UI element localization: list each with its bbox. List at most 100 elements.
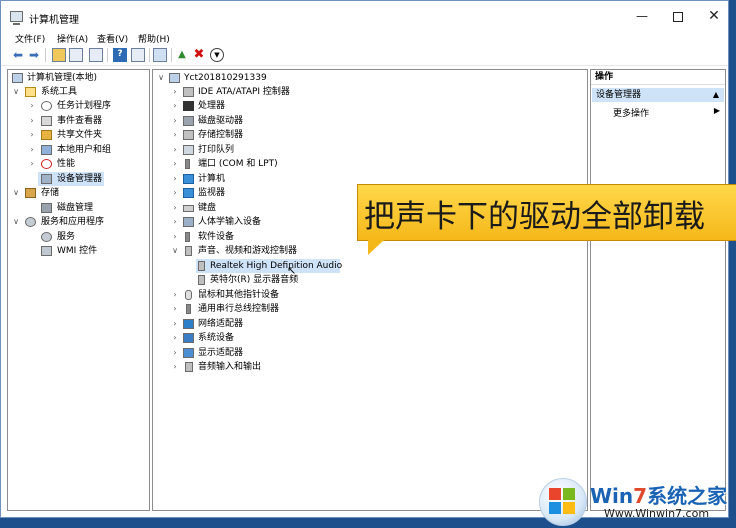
device-category[interactable]: › IDE ATA/ATAPI 控制器: [155, 85, 585, 99]
more-actions-link[interactable]: 更多操作: [613, 106, 649, 119]
disk-icon: [41, 203, 52, 213]
tree-item-disk-management[interactable]: 磁盘管理: [10, 201, 148, 215]
device-category[interactable]: › 通用串行总线控制器: [155, 302, 585, 316]
tree-item-label: WMI 控件: [57, 246, 98, 256]
device-category-label: 端口 (COM 和 LPT): [198, 159, 278, 169]
chevron-right-icon[interactable]: ›: [171, 360, 179, 374]
port-icon: [185, 159, 190, 169]
processor-icon: [183, 101, 194, 111]
device-category[interactable]: › 端口 (COM 和 LPT): [155, 157, 585, 171]
tree-item-label: 服务: [57, 232, 76, 242]
watermark-title-7: 7: [633, 484, 648, 508]
chevron-down-icon[interactable]: ∨: [12, 186, 20, 200]
update-driver-icon[interactable]: ▲: [175, 48, 189, 62]
monitor-icon[interactable]: [153, 48, 167, 62]
tree-item-task-scheduler[interactable]: › 任务计划程序: [10, 99, 148, 113]
tree-item-label: 设备管理器: [57, 174, 103, 184]
collapse-up-icon[interactable]: ▲: [713, 88, 719, 102]
close-button[interactable]: ✕: [697, 1, 731, 31]
chevron-right-icon[interactable]: ›: [171, 288, 179, 302]
device-root[interactable]: ∨ Yct201810291339: [155, 71, 585, 85]
device-category[interactable]: › 打印队列: [155, 143, 585, 157]
chevron-right-icon[interactable]: ›: [28, 99, 36, 113]
device-category[interactable]: › 系统设备: [155, 331, 585, 345]
toolbar-separator: [149, 48, 150, 62]
chevron-right-icon[interactable]: ›: [28, 114, 36, 128]
menu-view[interactable]: 查看(V): [97, 32, 128, 45]
tree-item-wmi[interactable]: WMI 控件: [10, 244, 148, 258]
device-category[interactable]: › 鼠标和其他指针设备: [155, 288, 585, 302]
chevron-down-icon[interactable]: ∨: [171, 244, 179, 258]
chevron-right-icon[interactable]: ›: [171, 143, 179, 157]
computer-icon: [183, 174, 194, 184]
chevron-right-icon[interactable]: ›: [171, 346, 179, 360]
device-category-label: IDE ATA/ATAPI 控制器: [198, 87, 290, 97]
device-category[interactable]: › 音频输入和输出: [155, 360, 585, 374]
device-category[interactable]: › 处理器: [155, 99, 585, 113]
device-category[interactable]: › 显示适配器: [155, 346, 585, 360]
maximize-button[interactable]: [661, 1, 695, 31]
menu-help[interactable]: 帮助(H): [138, 32, 170, 45]
keyboard-icon: [183, 205, 194, 212]
back-icon[interactable]: ⬅: [11, 48, 25, 62]
tree-item-local-users[interactable]: › 本地用户和组: [10, 143, 148, 157]
device-category-label: 磁盘驱动器: [198, 116, 244, 126]
chevron-right-icon[interactable]: ›: [171, 128, 179, 142]
tree-item-device-manager[interactable]: 设备管理器: [38, 172, 104, 186]
device-category[interactable]: › 存储控制器: [155, 128, 585, 142]
tree-item-services-apps[interactable]: ∨ 服务和应用程序: [10, 215, 148, 229]
chevron-right-icon[interactable]: ›: [171, 85, 179, 99]
chevron-right-icon[interactable]: ›: [171, 317, 179, 331]
chevron-down-icon[interactable]: ∨: [157, 71, 165, 85]
chevron-right-icon[interactable]: ›: [171, 302, 179, 316]
chevron-right-icon[interactable]: ›: [171, 99, 179, 113]
details-view-icon[interactable]: [131, 48, 145, 62]
speaker-icon: [185, 246, 192, 256]
chevron-down-icon[interactable]: ∨: [12, 85, 20, 99]
scan-hardware-icon[interactable]: ▼: [210, 48, 224, 62]
show-hide-tree-icon[interactable]: [69, 48, 83, 62]
tree-item-system-tools[interactable]: ∨ 系统工具: [10, 85, 148, 99]
chevron-right-icon[interactable]: ›: [171, 114, 179, 128]
menu-action[interactable]: 操作(A): [57, 32, 88, 45]
device-manager-icon: [41, 174, 52, 184]
chevron-right-icon[interactable]: ›: [28, 143, 36, 157]
device-category-label: 软件设备: [198, 232, 235, 242]
minimize-button[interactable]: —: [625, 1, 659, 31]
help-icon[interactable]: ?: [113, 48, 127, 62]
menu-bar: 文件(F) 操作(A) 查看(V) 帮助(H): [1, 31, 728, 45]
chevron-right-icon[interactable]: ›: [28, 157, 36, 171]
properties-icon[interactable]: [89, 48, 103, 62]
menu-file[interactable]: 文件(F): [15, 32, 45, 45]
chevron-right-icon[interactable]: ▶: [714, 106, 720, 115]
device-category-label: 显示适配器: [198, 348, 244, 358]
actions-group-device-manager[interactable]: 设备管理器 ▲: [592, 88, 724, 102]
device-category-label: 系统设备: [198, 333, 235, 343]
chevron-right-icon[interactable]: ›: [171, 201, 179, 215]
device-realtek-audio[interactable]: Realtek High Definition Audio: [196, 259, 343, 273]
chevron-right-icon[interactable]: ›: [171, 172, 179, 186]
tree-item-performance[interactable]: › 性能: [10, 157, 148, 171]
chevron-right-icon[interactable]: ›: [171, 186, 179, 200]
tree-item-event-viewer[interactable]: › 事件查看器: [10, 114, 148, 128]
uninstall-icon[interactable]: ✖: [192, 48, 206, 62]
forward-icon[interactable]: ➡: [27, 48, 41, 62]
up-folder-icon[interactable]: [52, 48, 66, 62]
tree-item-shared-folders[interactable]: › 共享文件夹: [10, 128, 148, 142]
chevron-right-icon[interactable]: ›: [171, 230, 179, 244]
device-intel-display-audio[interactable]: 英特尔(R) 显示器音频: [196, 273, 340, 287]
chevron-down-icon[interactable]: ∨: [12, 215, 20, 229]
device-category-label: 打印队列: [198, 145, 235, 155]
device-category-label: 计算机: [198, 174, 226, 184]
device-category[interactable]: › 网络适配器: [155, 317, 585, 331]
chevron-right-icon[interactable]: ›: [171, 331, 179, 345]
device-category-label: 鼠标和其他指针设备: [198, 290, 280, 300]
device-category[interactable]: › 磁盘驱动器: [155, 114, 585, 128]
chevron-right-icon[interactable]: ›: [171, 215, 179, 229]
device-label: Realtek High Definition Audio: [210, 261, 343, 271]
tree-item-services[interactable]: 服务: [10, 230, 148, 244]
chevron-right-icon[interactable]: ›: [28, 128, 36, 142]
tree-item-storage[interactable]: ∨ 存储: [10, 186, 148, 200]
tree-item-root[interactable]: 计算机管理(本地): [10, 71, 148, 85]
chevron-right-icon[interactable]: ›: [171, 157, 179, 171]
